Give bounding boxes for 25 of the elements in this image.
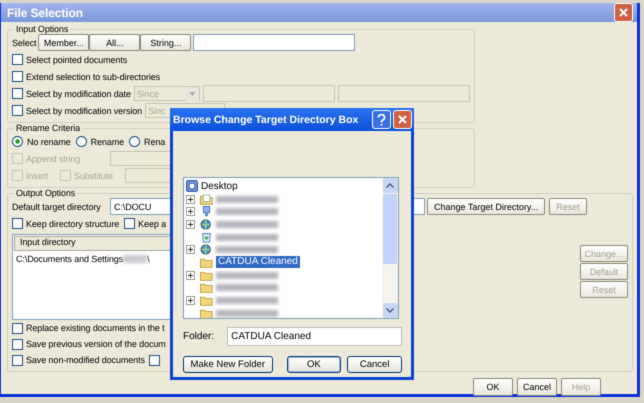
group-label: Rename Criteria: [15, 123, 82, 133]
checkbox-label: Select pointed documents: [26, 54, 128, 64]
radio-label: No rename: [27, 136, 71, 146]
checkbox-label: Extend selection to sub-directories: [26, 72, 160, 82]
dialog-title: Browse Change Target Directory Box: [173, 114, 358, 126]
window-title: File Selection: [7, 6, 83, 20]
checkbox-label: Insert: [26, 170, 48, 180]
group-label: Input Options: [15, 24, 70, 34]
checkbox-label: Keep a: [138, 218, 166, 228]
group-label: Output Options: [15, 188, 76, 198]
radio-label: Rename: [90, 136, 124, 146]
radio-label: Rena: [144, 136, 166, 146]
table-cell: C:\Documents and Settings: [16, 254, 124, 264]
table-cell: \: [147, 254, 150, 264]
checkbox-label: Substitute: [74, 170, 113, 180]
checkbox-label: Replace existing documents in the t: [26, 323, 165, 333]
checkbox-label: Select by modification date: [26, 88, 131, 98]
checkbox-label: Save non-modified documents: [26, 355, 145, 365]
checkbox-label: Keep directory structure: [26, 218, 120, 228]
folder-label: Folder:: [183, 331, 216, 342]
target-label: Default target directory: [12, 202, 102, 212]
checkbox-label: Save previous version of the docum: [26, 339, 166, 349]
checkbox-label: Append string: [26, 154, 80, 164]
select-label: Select: [12, 38, 36, 48]
checkbox-label: Select by modification version: [26, 106, 142, 116]
